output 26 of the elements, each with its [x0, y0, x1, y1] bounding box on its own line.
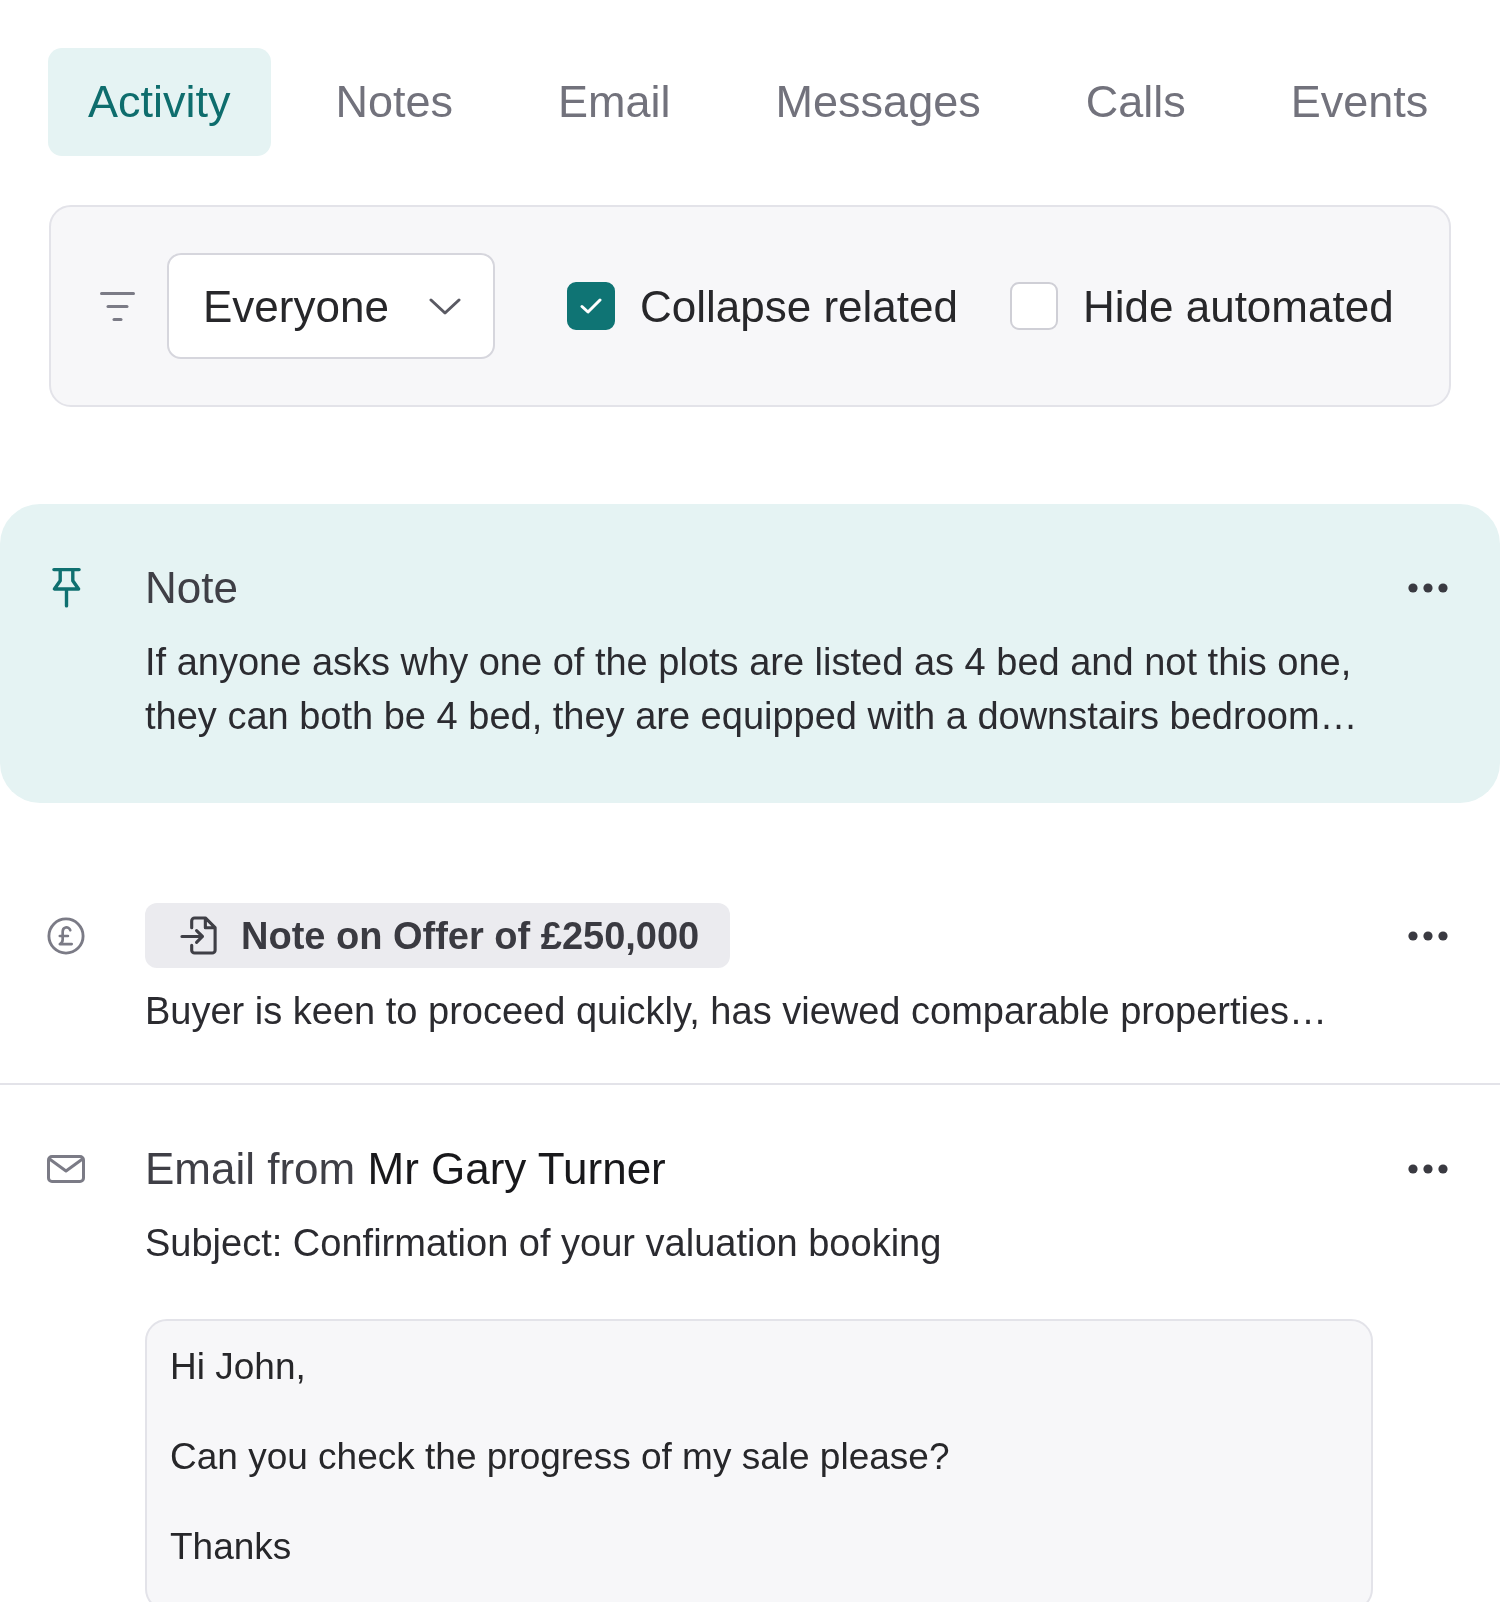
more-icon[interactable]: [1408, 1163, 1448, 1174]
tab[interactable]: Activity: [48, 48, 271, 156]
tab[interactable]: Email: [518, 48, 711, 156]
checkbox[interactable]: [567, 282, 615, 330]
email-message-line: Can you check the progress of my sale please?: [170, 1435, 950, 1479]
document-arrow-icon: [180, 915, 219, 956]
tab[interactable]: Notes: [295, 48, 494, 156]
note-title: Note: [145, 562, 238, 614]
email-message-line: Thanks: [170, 1525, 292, 1569]
checkbox-label[interactable]: Hide automated: [1082, 279, 1394, 333]
checkbox-label[interactable]: Collapse related: [640, 279, 958, 333]
checkmark-icon: [580, 298, 602, 314]
tab[interactable]: Messages: [735, 48, 1021, 156]
filter-icon: [100, 291, 135, 321]
email-message-line: Hi John,: [170, 1345, 306, 1389]
tab[interactable]: Calls: [1045, 48, 1226, 156]
dropdown[interactable]: Everyone: [167, 253, 495, 359]
offer-note-text: Buyer is keen to proceed quickly, has viewed comparable properties…: [145, 989, 1328, 1034]
email-title: Email from Mr Gary Turner: [145, 1143, 666, 1195]
note-text: If anyone asks why one of the plots are listed as 4 bed and not this one, they can both be 4 bed, they are equipped with a downstairs bedroom…: [145, 640, 1359, 739]
offer-chip[interactable]: Note on Offer of £250,000: [145, 903, 731, 968]
more-icon[interactable]: [1408, 582, 1448, 593]
tab[interactable]: Events: [1250, 48, 1469, 156]
chevron-down-icon: [429, 297, 461, 315]
email-subject: Subject: Confirmation of your valuation booking: [145, 1221, 942, 1266]
more-icon[interactable]: [1408, 930, 1448, 941]
